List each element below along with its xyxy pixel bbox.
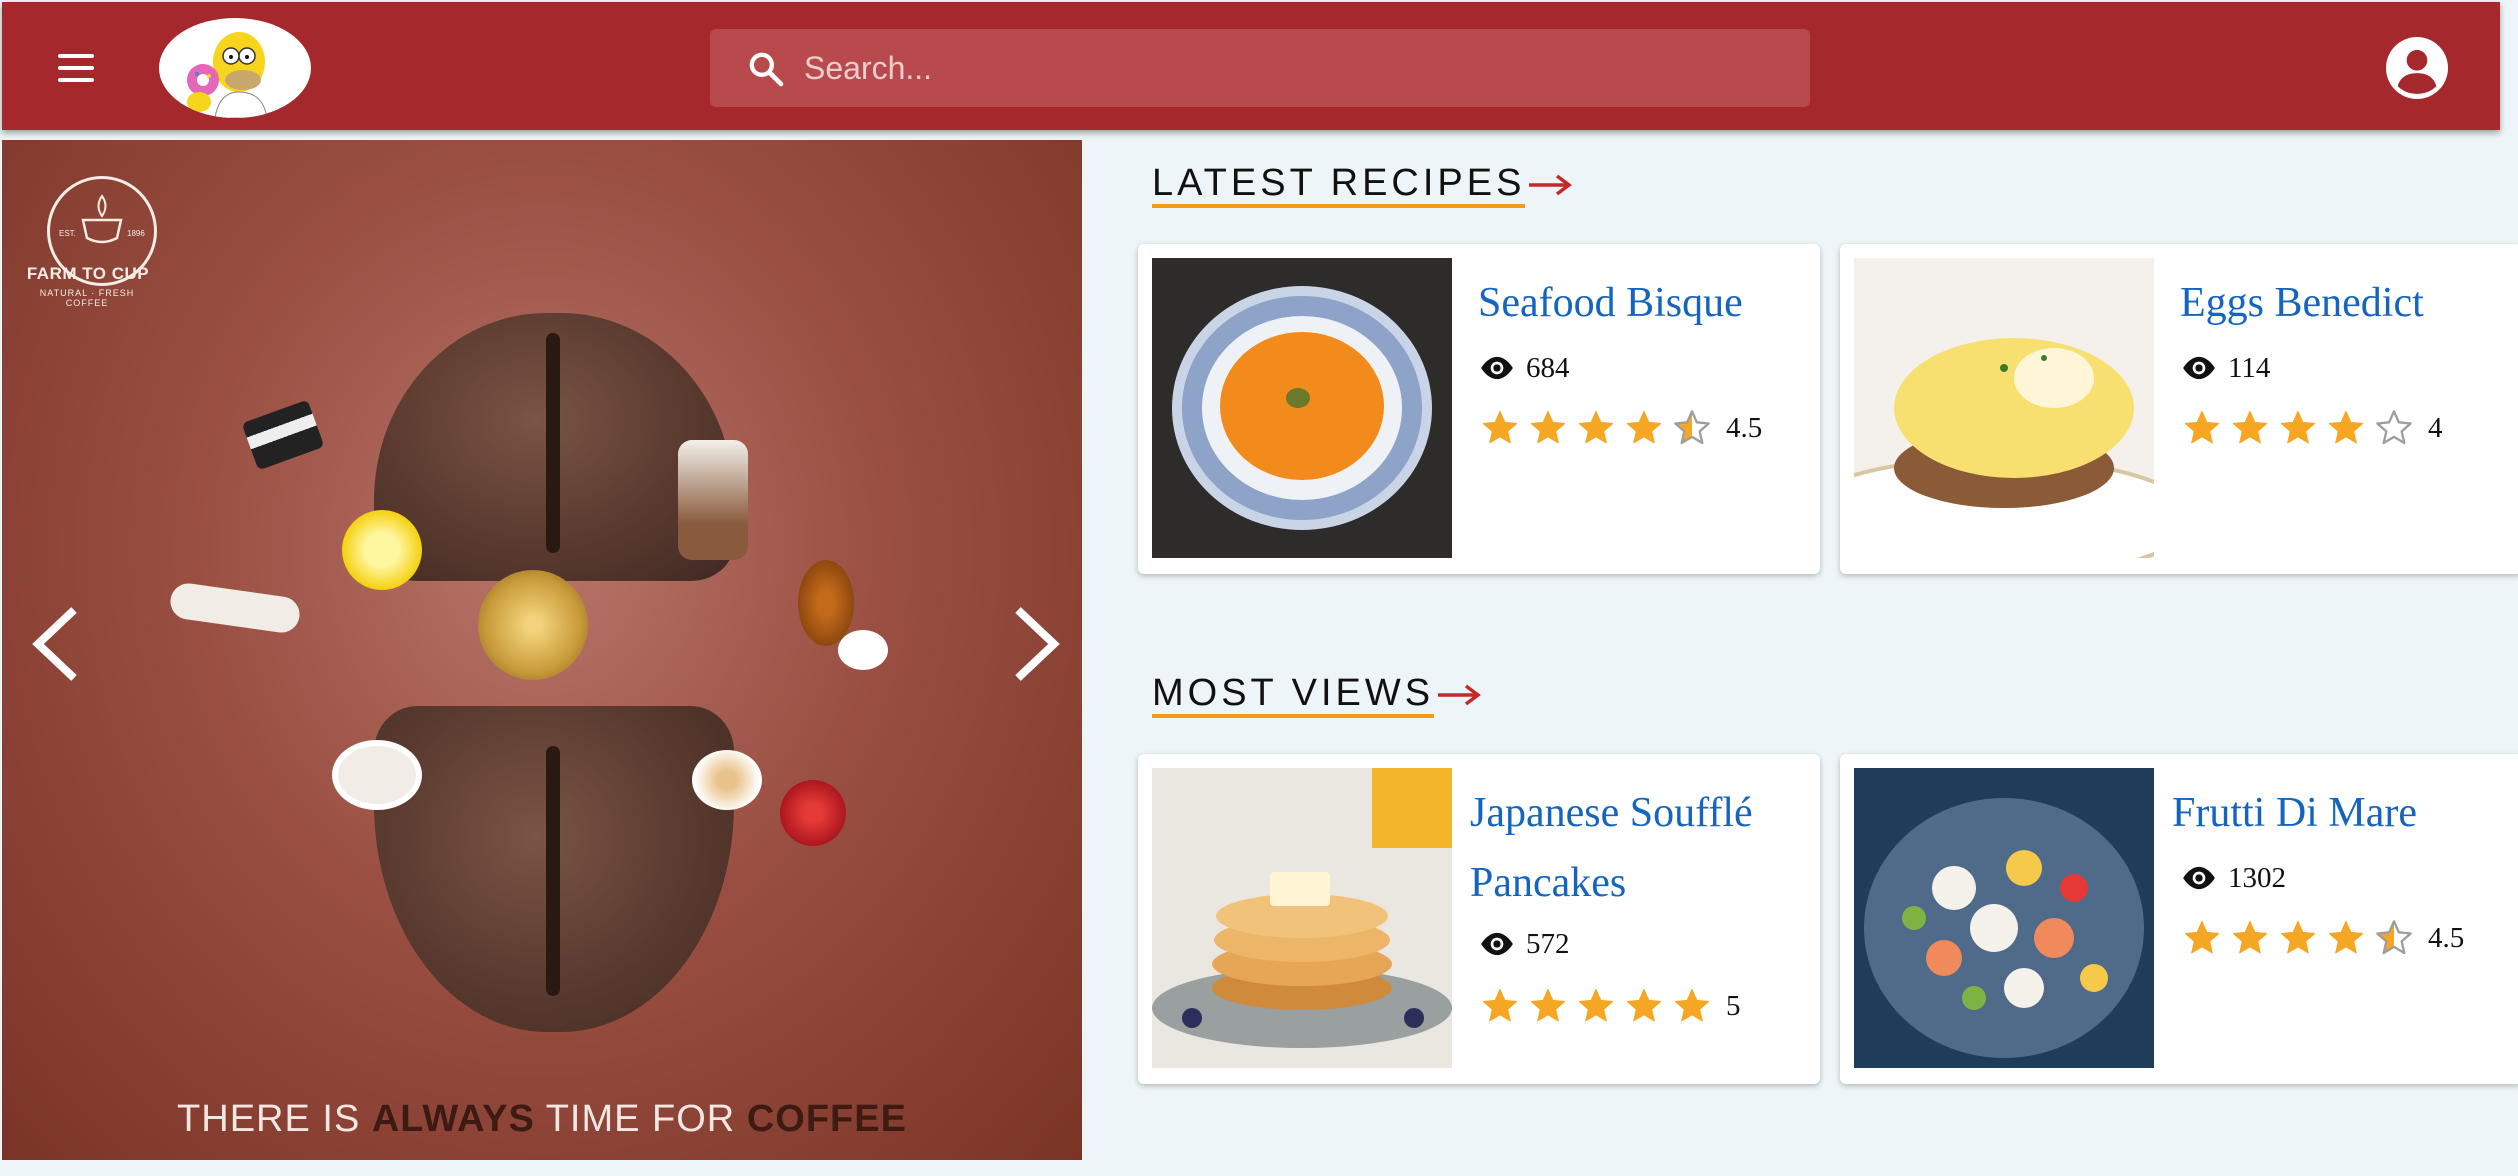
most-views-heading[interactable]: MOST VIEWS [1152, 672, 1482, 718]
recipe-views: 572 [1478, 926, 1570, 961]
star-filled-icon [1578, 410, 1614, 444]
recipe-card[interactable]: Japanese Soufflé Pancakes 572 5 [1138, 754, 1820, 1084]
espresso-cup-small [838, 630, 888, 670]
star-filled-icon [2328, 410, 2364, 444]
carousel-prev-icon[interactable] [26, 602, 86, 686]
donut-plate [168, 581, 302, 635]
search-icon [749, 52, 784, 87]
recipe-card[interactable]: Frutti Di Mare 1302 4.5 [1840, 754, 2518, 1084]
lemon-slice [342, 510, 422, 590]
arrow-right-icon [1529, 174, 1573, 196]
recipe-image [1854, 768, 2154, 1068]
recipe-views: 114 [2180, 350, 2270, 385]
star-filled-icon [2184, 920, 2220, 954]
recipe-image [1152, 768, 1452, 1068]
star-filled-icon [2328, 920, 2364, 954]
recipe-views: 684 [1478, 350, 1570, 385]
menu-icon[interactable] [48, 42, 104, 94]
recipe-title[interactable]: Japanese Soufflé Pancakes [1470, 778, 1800, 918]
arrow-right-icon [1438, 684, 1482, 706]
carousel-next-icon[interactable] [1006, 602, 1066, 686]
svg-text:EST.: EST. [59, 229, 76, 238]
cappuccino-cup [692, 750, 762, 810]
star-filled-icon [1578, 988, 1614, 1022]
recipe-title[interactable]: Eggs Benedict [2180, 268, 2510, 338]
star-filled-icon [1626, 410, 1662, 444]
eye-icon [2183, 867, 2215, 890]
star-filled-icon [1482, 410, 1518, 444]
brand-subtitle: NATURAL · FRESH COFFEE [39, 288, 135, 308]
recipe-views: 1302 [2180, 860, 2286, 895]
recipe-rating: 4 [2182, 408, 2443, 448]
coffee-cup [332, 740, 422, 810]
slogan: THERE IS ALWAYS TIME FOR COFFEE [177, 1098, 907, 1140]
search-bar[interactable] [710, 29, 1810, 107]
latte-cup [678, 440, 748, 560]
recipe-image [1854, 258, 2154, 558]
eye-icon [2183, 357, 2215, 380]
violin [798, 560, 854, 646]
recipe-rating: 4.5 [1480, 408, 1762, 448]
star-filled-icon [1674, 988, 1710, 1022]
account-circle-icon[interactable] [2386, 37, 2448, 99]
brand-badge: EST. 1896 FARM TO CUP NATURAL · FRESH CO… [27, 176, 172, 308]
star-filled-icon [2280, 410, 2316, 444]
recipe-card[interactable]: Eggs Benedict 114 4 [1840, 244, 2518, 574]
eye-icon [1481, 357, 1513, 380]
star-filled-icon [2232, 410, 2268, 444]
recipe-title[interactable]: Frutti Di Mare [2172, 778, 2502, 848]
rose [780, 780, 846, 846]
recipe-card[interactable]: Seafood Bisque 684 4.5 [1138, 244, 1820, 574]
latest-recipes-heading[interactable]: LATEST RECIPES [1152, 162, 1573, 208]
brand-name: FARM TO CUP [26, 264, 150, 283]
eye-icon [1481, 933, 1513, 956]
site-logo[interactable] [159, 18, 311, 118]
star-filled-icon [2280, 920, 2316, 954]
hero-carousel: EST. 1896 FARM TO CUP NATURAL · FRESH CO… [2, 140, 1082, 1160]
app-bar [2, 2, 2500, 130]
gramophone [478, 570, 588, 680]
recipe-rating: 4.5 [2182, 918, 2464, 958]
coffee-bean-bottom [374, 706, 734, 1032]
recipe-title[interactable]: Seafood Bisque [1478, 268, 1808, 338]
search-input[interactable] [804, 29, 1784, 107]
star-half-icon [1674, 410, 1710, 445]
recipe-rating: 5 [1480, 986, 1741, 1026]
star-half-icon [2376, 920, 2412, 955]
cake-slice [241, 399, 325, 471]
star-filled-icon [1482, 988, 1518, 1022]
recipe-image [1152, 258, 1452, 558]
svg-text:1896: 1896 [127, 229, 145, 238]
star-filled-icon [2184, 410, 2220, 444]
star-filled-icon [1626, 988, 1662, 1022]
star-filled-icon [1530, 988, 1566, 1022]
star-empty-icon [2376, 410, 2412, 445]
star-filled-icon [1530, 410, 1566, 444]
star-filled-icon [2232, 920, 2268, 954]
